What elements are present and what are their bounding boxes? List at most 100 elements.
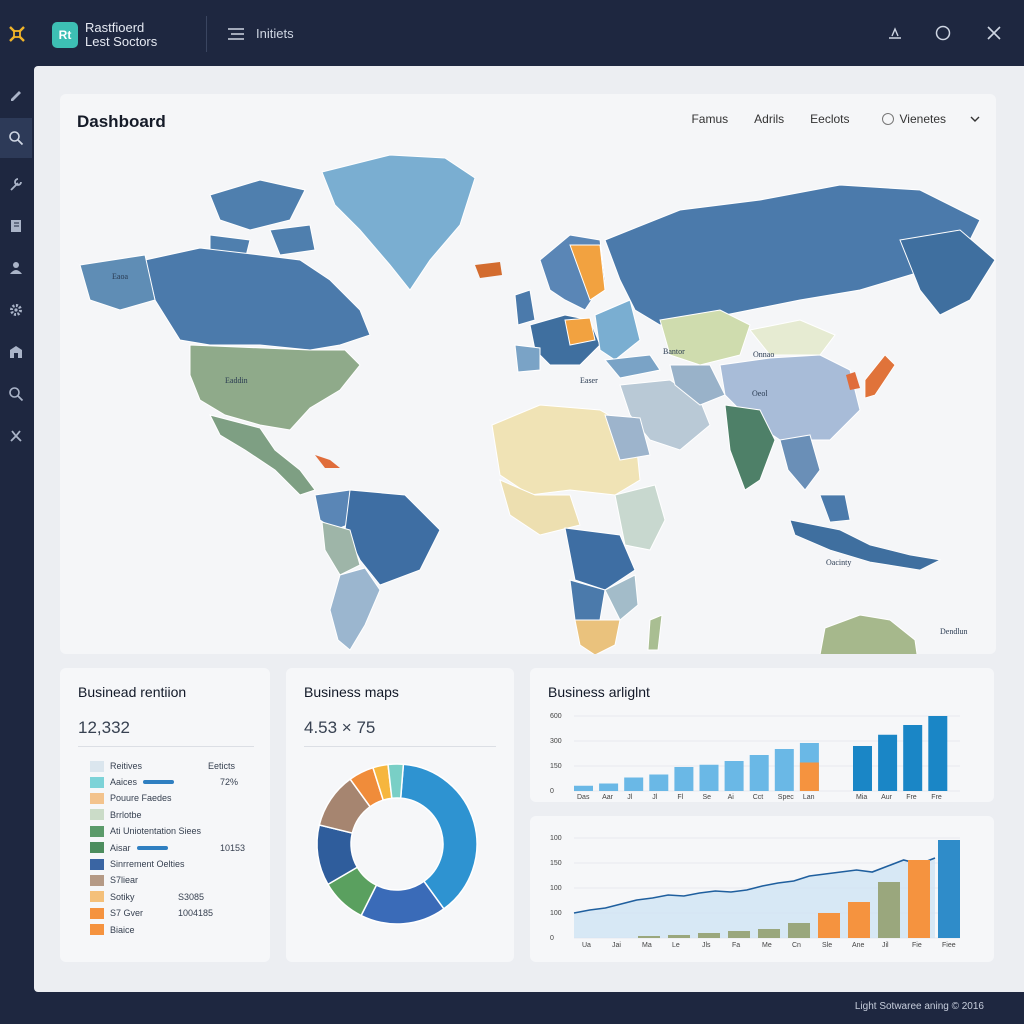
maps-card: Business maps 4.53 × 75	[286, 668, 514, 962]
legend-value: 1004185	[178, 908, 214, 919]
maps-title: Business maps	[304, 684, 399, 700]
bar[interactable]	[574, 785, 593, 791]
legend-swatch	[90, 776, 104, 788]
gear-icon	[10, 304, 22, 316]
bar[interactable]	[758, 929, 780, 938]
close-icon[interactable]	[983, 22, 1005, 44]
bar[interactable]	[774, 749, 794, 791]
x-tick-label: Ai	[728, 794, 735, 801]
bar[interactable]	[698, 933, 720, 938]
trend-combo-chart[interactable]: 100 150 100 100 0 Ua Jai Ma Le Jls Fa Me Cn Sle Ane Jil…	[530, 816, 994, 962]
x-tick-label: Mia	[856, 794, 867, 801]
legend-value: 10153	[220, 842, 246, 853]
bar[interactable]	[638, 936, 660, 938]
bar[interactable]	[674, 767, 694, 791]
divider	[206, 16, 207, 52]
legend-swatch	[90, 825, 104, 837]
map-label-asia: Bantor	[663, 347, 685, 356]
map-label-middle-east: Easer	[580, 376, 598, 385]
map-region-greenland	[321, 154, 476, 291]
legend-row: Aaices 72%	[90, 776, 250, 788]
legend-value: 72%	[220, 777, 239, 787]
book-icon	[11, 220, 21, 232]
legend-bar	[136, 845, 168, 850]
bar[interactable]	[853, 746, 872, 791]
sidebar-item-users[interactable]	[0, 248, 32, 288]
map-region-caribbean	[315, 455, 340, 468]
legend-swatch	[90, 874, 104, 886]
bar[interactable]	[848, 902, 870, 938]
bar[interactable]	[624, 777, 644, 792]
sidebar-item-build[interactable]	[0, 416, 32, 456]
map-label-usa: Eaddin	[225, 376, 248, 385]
bar[interactable]	[649, 774, 669, 792]
x-tick-label: Jil	[882, 942, 889, 949]
donut-chart[interactable]	[286, 762, 514, 962]
bar[interactable]	[599, 783, 619, 792]
x-tick-label: Ane	[852, 942, 865, 949]
tab-adrils[interactable]: Adrils	[754, 112, 784, 126]
x-tick-label: Fa	[732, 942, 740, 949]
minimize-icon[interactable]	[884, 22, 906, 44]
sidebar-item-building[interactable]	[0, 332, 32, 372]
bar[interactable]	[903, 725, 923, 791]
menu-button[interactable]: Initiets	[228, 26, 294, 41]
map-region-mexico	[209, 414, 316, 496]
legend-label: Aisar	[110, 842, 131, 853]
logo-icon	[9, 26, 25, 42]
x-tick-label: Jai	[612, 942, 621, 949]
x-tick-label: Me	[762, 942, 772, 949]
sidebar-item-edit[interactable]	[0, 74, 32, 114]
tools-icon	[10, 430, 22, 442]
world-map[interactable]	[60, 150, 996, 654]
legend-row: Aisar 10153	[90, 842, 250, 854]
sidebar-item-search[interactable]	[0, 118, 32, 158]
bar[interactable]	[699, 764, 719, 791]
page-title: Dashboard	[77, 112, 166, 131]
legend-row: Brrlotbe	[90, 809, 250, 821]
maximize-icon[interactable]	[932, 22, 954, 44]
x-tick-label: Jl	[627, 794, 633, 801]
bar[interactable]	[928, 716, 948, 791]
map-region-eastern-europe	[594, 299, 641, 361]
x-tick-label: Spec	[778, 794, 794, 801]
legend-header-right: Eeticts	[208, 761, 236, 771]
legend-swatch	[90, 858, 104, 870]
x-tick-label: Fre	[931, 794, 942, 801]
x-tick-label: Fiee	[942, 942, 956, 949]
bar-segment[interactable]	[799, 762, 819, 792]
sidebar-item-find[interactable]	[0, 374, 32, 414]
insight-bar-chart[interactable]: 600 300 150 0 Das Aar Jl Jl Fl Se Ai Cct Spec Lan Mia A…	[530, 704, 994, 804]
sidebar-item-tools[interactable]	[0, 164, 32, 204]
sidebar-item-book[interactable]	[0, 206, 32, 246]
legend-row: Pouure Faedes	[90, 792, 250, 804]
x-tick-label: Aar	[602, 794, 614, 801]
map-region-russia-east	[899, 229, 996, 316]
bar[interactable]	[668, 935, 690, 938]
bar[interactable]	[908, 860, 930, 938]
bar[interactable]	[938, 840, 960, 938]
tab-famus[interactable]: Famus	[691, 112, 728, 126]
y-tick-label: 300	[550, 738, 562, 745]
legend-swatch	[90, 809, 104, 821]
sidebar-item-settings[interactable]	[0, 290, 32, 330]
bar[interactable]	[788, 923, 810, 938]
search-icon	[9, 131, 24, 146]
map-region-japan	[864, 354, 896, 399]
views-dropdown[interactable]: Vienetes	[881, 112, 980, 126]
legend-swatch	[90, 760, 104, 772]
map-region-madagascar	[647, 614, 663, 651]
bar[interactable]	[878, 882, 900, 938]
bar[interactable]	[818, 913, 840, 938]
bar[interactable]	[728, 931, 750, 938]
bar[interactable]	[749, 755, 769, 791]
x-tick-label: Aur	[881, 794, 893, 801]
insight-title: Business arliglnt	[548, 684, 650, 700]
views-label: Vienetes	[899, 112, 946, 126]
map-region-uk	[514, 289, 536, 326]
legend-label: Aaices	[110, 777, 138, 787]
bar[interactable]	[878, 734, 898, 791]
tab-eeclots[interactable]: Eeclots	[810, 112, 849, 126]
map-region-borneo	[819, 494, 851, 523]
bar[interactable]	[724, 761, 744, 791]
